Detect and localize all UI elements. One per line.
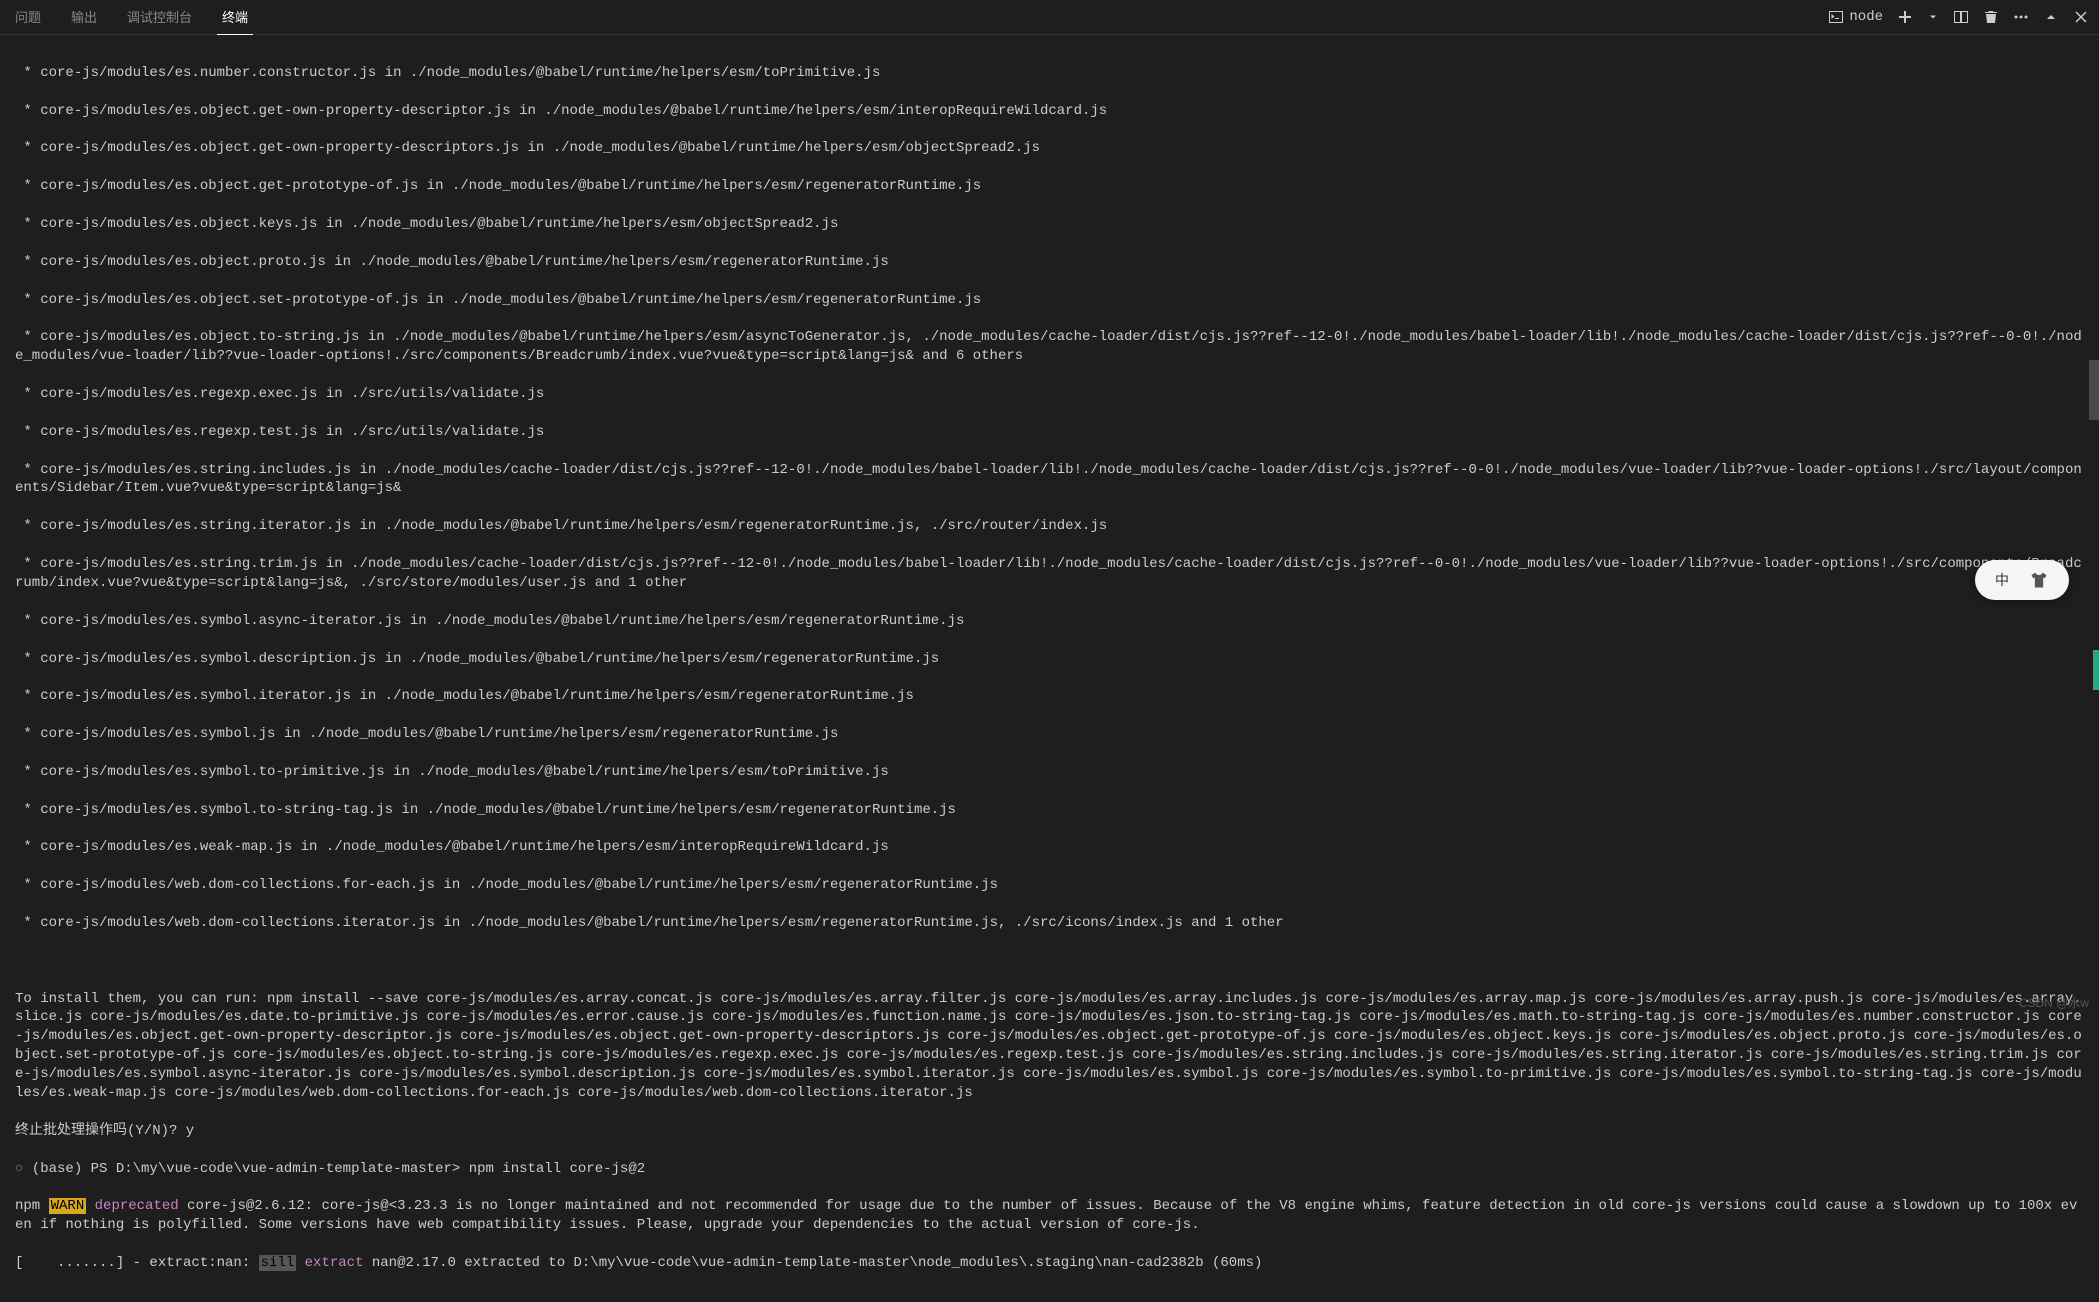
- prompt-path: (base) PS D:\my\vue-code\vue-admin-templ…: [32, 1161, 469, 1177]
- tab-output[interactable]: 输出: [66, 0, 102, 35]
- output-line: * core-js/modules/es.symbol.to-string-ta…: [15, 801, 2084, 820]
- prompt-indicator-icon: ○: [15, 1161, 32, 1177]
- progress-line: [ .......] - extract:nan: sill extract n…: [15, 1254, 2084, 1273]
- output-line: * core-js/modules/web.dom-collections.fo…: [15, 876, 2084, 895]
- progress-text: nan@2.17.0 extracted to D:\my\vue-code\v…: [363, 1255, 1262, 1271]
- deprecated-label: deprecated: [95, 1198, 179, 1214]
- output-line: * core-js/modules/es.weak-map.js in ./no…: [15, 838, 2084, 857]
- warn-badge: WARN: [49, 1198, 87, 1214]
- output-line: * core-js/modules/es.number.constructor.…: [15, 64, 2084, 83]
- shell-selector[interactable]: node: [1828, 9, 1883, 25]
- maximize-icon[interactable]: [2043, 9, 2059, 25]
- ime-floating-widget[interactable]: 中: [1975, 560, 2069, 600]
- output-line: * core-js/modules/es.object.get-prototyp…: [15, 177, 2084, 196]
- output-line: * core-js/modules/es.symbol.js in ./node…: [15, 725, 2084, 744]
- output-line: * core-js/modules/es.symbol.to-primitive…: [15, 763, 2084, 782]
- more-icon[interactable]: [2013, 9, 2029, 25]
- tab-debug-console[interactable]: 调试控制台: [122, 0, 197, 35]
- tab-terminal[interactable]: 终端: [217, 0, 253, 35]
- terminal-toolbar: node: [1828, 9, 2089, 25]
- progress-prefix: [ .......] - extract:nan:: [15, 1255, 259, 1271]
- split-terminal-icon[interactable]: [1953, 9, 1969, 25]
- output-line: * core-js/modules/es.regexp.exec.js in .…: [15, 385, 2084, 404]
- command-line: ○ (base) PS D:\my\vue-code\vue-admin-tem…: [15, 1160, 2084, 1179]
- output-line: * core-js/modules/es.object.to-string.js…: [15, 328, 2084, 366]
- trash-icon[interactable]: [1983, 9, 1999, 25]
- output-line: * core-js/modules/es.object.get-own-prop…: [15, 139, 2084, 158]
- shirt-icon[interactable]: [2029, 570, 2049, 590]
- output-line: * core-js/modules/es.symbol.async-iterat…: [15, 612, 2084, 631]
- output-line: * core-js/modules/es.object.proto.js in …: [15, 253, 2084, 272]
- output-line: * core-js/modules/es.regexp.test.js in .…: [15, 423, 2084, 442]
- command-text: npm install core-js@2: [469, 1161, 645, 1177]
- scroll-indicator: [2093, 650, 2099, 690]
- watermark: CSDN @水w: [2019, 994, 2089, 1011]
- npm-label: npm: [15, 1198, 40, 1214]
- new-terminal-icon[interactable]: [1897, 9, 1913, 25]
- output-line: * core-js/modules/es.object.keys.js in .…: [15, 215, 2084, 234]
- tab-problems[interactable]: 问题: [10, 0, 46, 35]
- sill-badge: sill: [259, 1255, 297, 1271]
- batch-prompt: 终止批处理操作吗(Y/N)? y: [15, 1122, 2084, 1141]
- install-hint: To install them, you can run: npm instal…: [15, 990, 2084, 1103]
- output-line: * core-js/modules/es.symbol.iterator.js …: [15, 687, 2084, 706]
- output-line: * core-js/modules/es.symbol.description.…: [15, 650, 2084, 669]
- shell-label: node: [1849, 9, 1883, 25]
- terminal-output[interactable]: * core-js/modules/es.number.constructor.…: [0, 35, 2099, 1302]
- scrollbar-thumb[interactable]: [2089, 360, 2099, 420]
- panel-tab-bar: 问题 输出 调试控制台 终端 node: [0, 0, 2099, 35]
- output-line: * core-js/modules/es.string.iterator.js …: [15, 517, 2084, 536]
- npm-warn-line: npm WARN deprecated core-js@2.6.12: core…: [15, 1197, 2084, 1235]
- close-panel-icon[interactable]: [2073, 9, 2089, 25]
- panel-tabs: 问题 输出 调试控制台 终端: [10, 0, 1828, 35]
- ime-mode-label: 中: [1995, 570, 2009, 590]
- output-line: * core-js/modules/es.string.trim.js in .…: [15, 555, 2084, 593]
- output-line: * core-js/modules/es.object.set-prototyp…: [15, 291, 2084, 310]
- chevron-down-icon[interactable]: [1927, 11, 1939, 23]
- terminal-icon: [1828, 9, 1844, 25]
- output-line: * core-js/modules/es.string.includes.js …: [15, 461, 2084, 499]
- warn-text: core-js@2.6.12: core-js@<3.23.3 is no lo…: [15, 1198, 2077, 1233]
- extract-label: extract: [305, 1255, 364, 1271]
- output-line: * core-js/modules/es.object.get-own-prop…: [15, 102, 2084, 121]
- output-line: * core-js/modules/web.dom-collections.it…: [15, 914, 2084, 933]
